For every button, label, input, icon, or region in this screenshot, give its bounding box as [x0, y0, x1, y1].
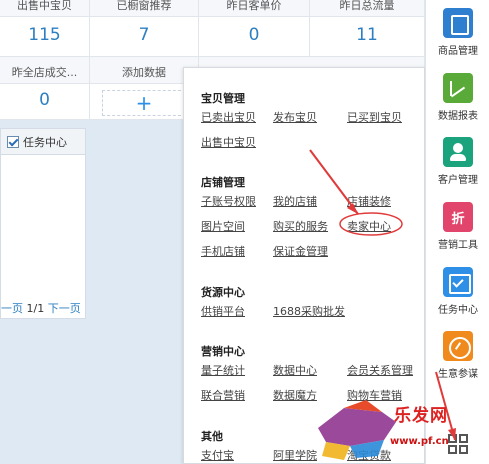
sidebar-item-label: 客户管理	[438, 175, 478, 186]
menu-link-sold-items[interactable]: 已卖出宝贝	[201, 109, 256, 125]
stat-value-cell[interactable]: 115	[0, 17, 90, 57]
pager-next-link[interactable]: 下一页	[48, 302, 81, 315]
menu-link-my-shop[interactable]: 我的店铺	[273, 193, 317, 209]
menu-link-seller-center[interactable]: 卖家中心	[347, 218, 391, 234]
section-title-supply-center: 货源中心	[201, 286, 245, 299]
menu-link-publish-item[interactable]: 发布宝贝	[273, 109, 317, 125]
menu-link-image-space[interactable]: 图片空间	[201, 218, 245, 234]
chart-icon	[443, 73, 473, 103]
task-center-title: 任务中心	[23, 135, 67, 149]
pager-prev-link[interactable]: 一页	[1, 302, 23, 315]
stat-value[interactable]: 11	[310, 25, 424, 45]
menu-link-1688-wholesale[interactable]: 1688采购批发	[273, 303, 345, 319]
menu-link-data-cube[interactable]: 数据魔方	[273, 387, 317, 403]
watermark-text: 乐发网	[394, 406, 448, 426]
section-title-other: 其他	[201, 430, 223, 443]
stat-cell: 昨全店成交...	[0, 57, 90, 84]
sidebar-item-label: 营销工具	[438, 240, 478, 251]
stat-cell: 已橱窗推荐	[90, 0, 199, 17]
task-center-panel: 任务中心 一页 1/1 下一页	[0, 128, 86, 319]
menu-link-items-on-sale[interactable]: 出售中宝贝	[201, 134, 256, 150]
menu-link-mobile-shop[interactable]: 手机店铺	[201, 243, 245, 259]
menu-link-alipay[interactable]: 支付宝	[201, 447, 234, 463]
sidebar-item-label: 任务中心	[438, 305, 478, 316]
menu-link-subaccount-permissions[interactable]: 子账号权限	[201, 193, 256, 209]
section-title-marketing-center: 营销中心	[201, 345, 245, 358]
sidebar-item-goods-management[interactable]: 商品管理	[426, 8, 489, 57]
stat-label: 昨日总流量	[339, 0, 395, 12]
menu-link-member-relations[interactable]: 会员关系管理	[347, 362, 413, 378]
sidebar-item-task-center[interactable]: 任务中心	[426, 267, 489, 316]
menu-link-ali-academy[interactable]: 阿里学院	[273, 447, 317, 463]
sidebar-item-business-advisor[interactable]: 生意参谋	[426, 331, 489, 380]
stat-value-cell[interactable]: 7	[90, 17, 199, 57]
stat-value[interactable]: 0	[199, 25, 309, 45]
stat-label: 出售中宝贝	[17, 0, 72, 12]
menu-link-taobao-loans[interactable]: 淘宝贷款	[347, 447, 391, 463]
watermark-url: www.pf.cn	[390, 436, 449, 447]
section-title-item-management: 宝贝管理	[201, 92, 245, 105]
menu-link-purchased-services[interactable]: 购买的服务	[273, 218, 328, 234]
stat-value-cell[interactable]: 0	[0, 84, 90, 120]
stat-cell: 昨日总流量	[310, 0, 425, 17]
stat-cell: 昨日客单价	[199, 0, 310, 17]
stat-value-cell[interactable]: 11	[310, 17, 425, 57]
menu-link-deposit-management[interactable]: 保证金管理	[273, 243, 328, 259]
stat-label: 昨全店成交...	[11, 66, 78, 79]
stat-value-cell[interactable]: 0	[199, 17, 310, 57]
pager: 一页 1/1 下一页	[1, 300, 81, 316]
sidebar-item-label: 商品管理	[438, 46, 478, 57]
stat-label: 昨日客单价	[226, 0, 282, 12]
sidebar-item-data-reports[interactable]: 数据报表	[426, 73, 489, 122]
sidebar-item-customer-management[interactable]: 客户管理	[426, 137, 489, 186]
discount-icon	[443, 202, 473, 232]
stat-cell: 出售中宝贝	[0, 0, 90, 17]
sidebar-item-label: 生意参谋	[438, 369, 478, 380]
add-data-label: 添加数据	[122, 66, 166, 79]
goods-icon	[443, 8, 473, 38]
pager-pages: 1/1	[26, 302, 45, 315]
add-data-button[interactable]: +	[102, 90, 186, 116]
menu-link-data-center[interactable]: 数据中心	[273, 362, 317, 378]
customer-icon	[443, 137, 473, 167]
stat-label: 已橱窗推荐	[116, 0, 172, 12]
stat-value[interactable]: 115	[0, 25, 89, 45]
menu-link-quantum-stats[interactable]: 量子统计	[201, 362, 245, 378]
stat-value[interactable]: 0	[0, 90, 89, 110]
checkbox-icon	[7, 135, 19, 148]
menu-link-shop-decoration[interactable]: 店铺装修	[347, 193, 391, 209]
right-sidebar: 商品管理 数据报表 客户管理 营销工具 任务中心 生意参谋	[425, 0, 489, 464]
apps-dropdown-menu: 宝贝管理 已卖出宝贝 发布宝贝 已买到宝贝 出售中宝贝 店铺管理 子账号权限 我…	[183, 67, 425, 464]
sidebar-item-marketing-tools[interactable]: 营销工具	[426, 202, 489, 251]
task-icon	[443, 267, 473, 297]
stat-value[interactable]: 7	[90, 25, 198, 45]
sidebar-item-label: 数据报表	[438, 111, 478, 122]
menu-link-joint-marketing[interactable]: 联合营销	[201, 387, 245, 403]
section-title-shop-management: 店铺管理	[201, 176, 245, 189]
menu-link-distribution-platform[interactable]: 供销平台	[201, 303, 245, 319]
task-center-header: 任务中心	[1, 129, 85, 155]
menu-link-bought-items[interactable]: 已买到宝贝	[347, 109, 402, 125]
compass-icon	[443, 331, 473, 361]
